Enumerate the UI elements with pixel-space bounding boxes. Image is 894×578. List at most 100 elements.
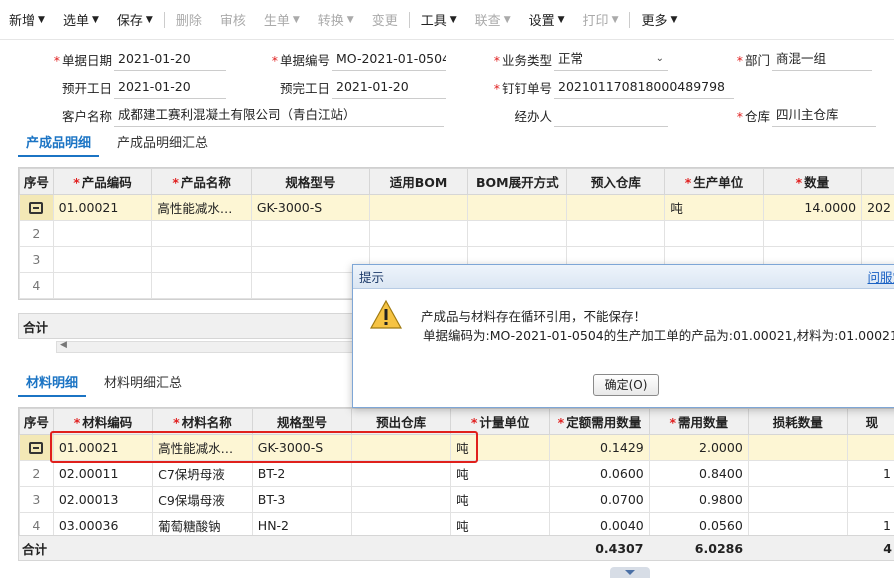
column-header[interactable]: 序号 [19, 408, 54, 435]
table-cell[interactable]: GK-3000-S [251, 434, 353, 461]
column-header[interactable]: 序号 [19, 168, 54, 195]
table-cell[interactable] [52, 246, 153, 273]
collapse-handle[interactable] [610, 567, 650, 578]
column-header[interactable]: * 需用数量 [648, 408, 749, 435]
column-header[interactable]: 现 [846, 408, 894, 435]
table-cell[interactable] [19, 194, 54, 221]
table-cell[interactable]: 高性能减水… [152, 434, 253, 461]
product-hscrollbar[interactable]: ◀ [56, 340, 356, 353]
column-header[interactable]: 预出仓库 [351, 408, 452, 435]
toolbar-button-2[interactable]: 保存 ▼ [108, 0, 162, 40]
table-cell[interactable]: 0.0600 [549, 460, 650, 487]
table-cell[interactable] [762, 220, 863, 247]
table-cell[interactable]: 0.1429 [549, 434, 650, 461]
table-cell[interactable]: 01.00021 [52, 194, 153, 221]
dept-input[interactable]: 商混一组 [772, 47, 872, 71]
column-header[interactable] [861, 168, 894, 195]
table-row[interactable]: 2 02.00011 C7保坍母液 BT-2 吨 0.0600 0.8400 1 [19, 460, 894, 487]
toolbar-button-6[interactable]: 转换 ▼ [309, 0, 363, 40]
toolbar-button-1[interactable]: 选单 ▼ [54, 0, 108, 40]
row-edit-icon[interactable] [29, 442, 44, 454]
help-link[interactable]: 问服宝 [867, 267, 894, 286]
table-cell[interactable]: 0.0700 [549, 486, 650, 513]
table-cell[interactable] [566, 194, 666, 221]
ok-button[interactable]: 确定(O) [593, 374, 659, 396]
table-cell[interactable]: 高性能减水… [151, 194, 252, 221]
table-cell[interactable]: BT-2 [251, 460, 353, 487]
table-row[interactable]: 01.00021 高性能减水… GK-3000-S 吨 14.0000 202 [19, 194, 894, 221]
table-cell[interactable] [351, 460, 452, 487]
table-cell[interactable]: 02.00013 [52, 486, 154, 513]
column-header[interactable]: 预入仓库 [566, 168, 666, 195]
column-header[interactable]: BOM展开方式 [467, 168, 568, 195]
table-cell[interactable] [351, 486, 452, 513]
column-header[interactable]: * 计量单位 [450, 408, 551, 435]
tab-product-summary[interactable]: 产成品明细汇总 [109, 131, 216, 157]
table-cell[interactable]: 4 [19, 272, 54, 299]
doc-no-input[interactable]: MO-2021-01-0504 [332, 47, 446, 71]
table-cell[interactable] [566, 220, 666, 247]
tab-material-detail[interactable]: 材料明细 [18, 371, 87, 397]
column-header[interactable]: 规格型号 [251, 408, 353, 435]
table-cell[interactable]: 02.00011 [52, 460, 154, 487]
column-header[interactable]: 损耗数量 [747, 408, 848, 435]
warehouse-input[interactable]: 四川主仓库 [772, 103, 876, 127]
scroll-left-icon[interactable]: ◀ [60, 340, 67, 350]
column-header[interactable]: * 材料编码 [52, 408, 154, 435]
table-cell[interactable]: BT-3 [251, 486, 353, 513]
toolbar-button-8[interactable]: 工具 ▼ [412, 0, 466, 40]
table-cell[interactable]: 202 [861, 194, 894, 221]
handler-input[interactable] [554, 103, 668, 127]
row-edit-icon[interactable] [29, 202, 44, 214]
table-cell[interactable] [52, 220, 153, 247]
toolbar-button-11[interactable]: 打印 ▼ [574, 0, 628, 40]
toolbar-button-3[interactable]: 删除 [167, 0, 211, 40]
table-cell[interactable] [664, 220, 764, 247]
toolbar-button-5[interactable]: 生单 ▼ [255, 0, 309, 40]
toolbar-button-7[interactable]: 变更 [363, 0, 407, 40]
toolbar-button-4[interactable]: 审核 [211, 0, 255, 40]
table-cell[interactable]: 3 [19, 246, 54, 273]
table-cell[interactable] [351, 434, 452, 461]
table-cell[interactable] [846, 434, 894, 461]
table-cell[interactable]: C7保坍母液 [152, 460, 253, 487]
table-cell[interactable] [846, 486, 894, 513]
table-cell[interactable]: C9保塌母液 [152, 486, 253, 513]
table-cell[interactable]: 0.9800 [648, 486, 749, 513]
toolbar-button-9[interactable]: 联查 ▼ [466, 0, 520, 40]
table-row[interactable]: 01.00021 高性能减水… GK-3000-S 吨 0.1429 2.0000 [19, 434, 894, 461]
table-cell[interactable]: 0.8400 [648, 460, 749, 487]
table-cell[interactable] [467, 194, 568, 221]
dingding-input[interactable]: 20210117081800048979​8 [554, 75, 734, 99]
table-cell[interactable]: 01.00021 [52, 434, 154, 461]
column-header[interactable]: * 产品名称 [151, 168, 252, 195]
customer-input[interactable]: 成都建工赛利混凝土有限公司（青白江站） [114, 103, 444, 127]
column-header[interactable]: 适用BOM [368, 168, 469, 195]
toolbar-button-0[interactable]: 新增 ▼ [0, 0, 54, 40]
table-cell[interactable]: 吨 [450, 460, 551, 487]
table-cell[interactable] [467, 220, 568, 247]
table-cell[interactable]: 3 [19, 486, 54, 513]
table-cell[interactable] [52, 272, 153, 299]
toolbar-button-10[interactable]: 设置 ▼ [520, 0, 574, 40]
table-cell[interactable] [747, 486, 848, 513]
column-header[interactable]: * 产品编码 [52, 168, 153, 195]
table-cell[interactable]: GK-3000-S [250, 194, 370, 221]
table-row[interactable]: 2 [19, 220, 894, 247]
column-header[interactable]: * 数量 [762, 168, 863, 195]
toolbar-button-12[interactable]: 更多 ▼ [632, 0, 686, 40]
table-cell[interactable]: 2 [19, 460, 54, 487]
table-cell[interactable] [151, 246, 252, 273]
table-cell[interactable] [747, 460, 848, 487]
plan-end-input[interactable]: 2021-01-20 [332, 75, 446, 99]
table-cell[interactable] [151, 272, 252, 299]
tab-material-summary[interactable]: 材料明细汇总 [96, 371, 190, 397]
table-cell[interactable]: 吨 [450, 486, 551, 513]
table-cell[interactable]: 14.0000 [762, 194, 863, 221]
table-cell[interactable] [151, 220, 252, 247]
table-row[interactable]: 3 02.00013 C9保塌母液 BT-3 吨 0.0700 0.9800 [19, 486, 894, 513]
tab-product-detail[interactable]: 产成品明细 [18, 131, 100, 157]
table-cell[interactable] [747, 434, 848, 461]
table-cell[interactable] [368, 220, 469, 247]
table-cell[interactable] [368, 194, 469, 221]
